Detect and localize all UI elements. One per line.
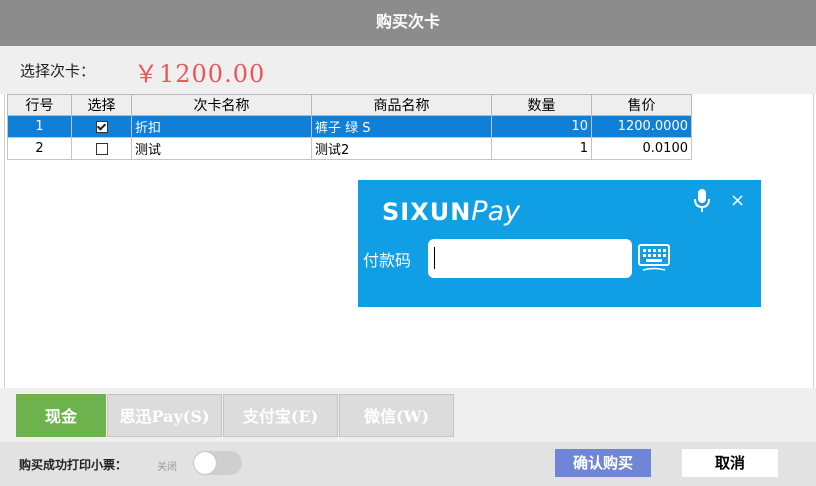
tab-wechat[interactable]: 微信(W)	[339, 394, 454, 437]
row-number: 1	[7, 115, 72, 138]
sixun-pay-logo: SIXUNPay	[382, 196, 520, 227]
row-select-cell[interactable]	[71, 115, 132, 138]
selection-amount: ￥1200.00	[134, 60, 266, 88]
row-quantity: 10	[491, 115, 592, 138]
row-product-name: 裤子 绿 S	[311, 115, 492, 138]
text-cursor	[434, 247, 435, 269]
toggle-state-label: 关闭	[157, 462, 177, 473]
print-receipt-label: 购买成功打印小票：	[19, 458, 128, 472]
logo-prefix: SIXUN	[382, 198, 472, 226]
row-price: 1200.0000	[591, 115, 692, 138]
header-row-number[interactable]: 行号	[7, 94, 72, 116]
microphone-icon[interactable]	[691, 188, 713, 214]
selection-label: 选择次卡：	[20, 62, 96, 80]
row-card-name: 测试	[131, 137, 312, 160]
selection-row: 选择次卡： ￥1200.00	[0, 46, 816, 94]
footer-bar: 购买成功打印小票： 关闭 确认购买 取消	[0, 442, 816, 486]
header-quantity[interactable]: 数量	[491, 94, 592, 116]
header-select[interactable]: 选择	[71, 94, 132, 116]
tab-sixun-pay[interactable]: 思迅Pay(S)	[107, 394, 222, 437]
print-receipt-toggle[interactable]	[193, 451, 242, 475]
window-title: 购买次卡	[0, 0, 816, 46]
sixun-pay-panel: SIXUNPay × 付款码	[358, 180, 761, 307]
table-row[interactable]: 2 测试 测试2 1 0.0100	[7, 137, 692, 160]
payment-code-input[interactable]	[428, 239, 632, 278]
close-icon[interactable]: ×	[730, 190, 745, 211]
card-table: 行号 选择 次卡名称 商品名称 数量 售价 1 折扣 裤子 绿 S 10 120…	[7, 94, 692, 160]
payment-method-tabs: 现金 思迅Pay(S) 支付宝(E) 微信(W)	[0, 388, 816, 442]
header-card-name[interactable]: 次卡名称	[131, 94, 312, 116]
row-card-name: 折扣	[131, 115, 312, 138]
table-row[interactable]: 1 折扣 裤子 绿 S 10 1200.0000	[7, 115, 692, 138]
row-quantity: 1	[491, 137, 592, 160]
row-select-cell[interactable]	[71, 137, 132, 160]
header-price[interactable]: 售价	[591, 94, 692, 116]
cancel-button[interactable]: 取消	[682, 449, 778, 477]
toggle-knob	[194, 452, 216, 474]
confirm-purchase-button[interactable]: 确认购买	[555, 449, 651, 477]
tab-cash[interactable]: 现金	[16, 394, 106, 437]
payment-code-label: 付款码	[363, 251, 412, 270]
logo-suffix: Pay	[471, 196, 521, 227]
row-checkbox[interactable]	[95, 142, 108, 155]
header-product-name[interactable]: 商品名称	[311, 94, 492, 116]
tab-alipay[interactable]: 支付宝(E)	[223, 394, 338, 437]
row-checkbox[interactable]	[95, 120, 108, 133]
row-product-name: 测试2	[311, 137, 492, 160]
keyboard-icon[interactable]	[637, 242, 671, 274]
table-header-row: 行号 选择 次卡名称 商品名称 数量 售价	[7, 94, 692, 116]
row-price: 0.0100	[591, 137, 692, 160]
row-number: 2	[7, 137, 72, 160]
